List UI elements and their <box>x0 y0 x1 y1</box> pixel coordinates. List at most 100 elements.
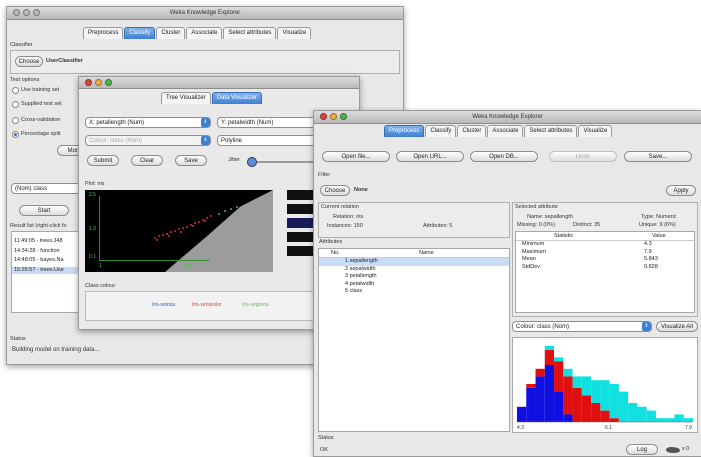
filter-choose-button[interactable]: Choose <box>320 185 350 196</box>
start-button[interactable]: Start <box>19 205 69 216</box>
tab-cluster[interactable]: Cluster <box>457 125 487 137</box>
tab-classify[interactable]: Classify <box>124 27 156 39</box>
test-options-label: Test options <box>10 77 40 83</box>
selected-attribute-unique: Unique: 9 (6%) <box>639 222 676 228</box>
close-dot-icon[interactable] <box>85 79 92 86</box>
radio-supplied-test-set[interactable] <box>12 101 19 108</box>
attribute-row[interactable]: 3 petallength <box>319 273 509 281</box>
relation-name: Relation: iris <box>333 214 364 220</box>
attribute-row[interactable]: 5 class <box>319 288 509 296</box>
statistic-name: Minimum <box>522 241 545 247</box>
colour-select-value: Colour: class (Nom) <box>89 138 143 144</box>
histogram-bar <box>609 384 619 419</box>
col-name-header: Name <box>419 250 434 256</box>
histogram-colour-select[interactable]: Colour: class (Nom) ⇕ <box>512 321 652 332</box>
statistic-value: 4.3 <box>644 241 652 247</box>
tab-data-visualizer[interactable]: Data Visualizer <box>211 92 262 104</box>
minimize-dot-icon[interactable] <box>23 9 30 16</box>
minimize-dot-icon[interactable] <box>330 113 337 120</box>
histogram-bar <box>554 361 564 392</box>
close-dot-icon[interactable] <box>13 9 20 16</box>
attributes-table: No. Name 1 sepallength 2 sepalwidth 3 pe… <box>318 248 510 432</box>
front-window-titlebar: Weka Knowledge Explorer <box>314 111 701 124</box>
log-button[interactable]: Log <box>626 444 658 455</box>
apply-button[interactable]: Apply <box>666 185 696 196</box>
back-tab-bar: Preprocess Classify Cluster Associate Se… <box>83 27 312 39</box>
minimize-dot-icon[interactable] <box>95 79 102 86</box>
class-colour-item: Iris-setosa <box>152 302 176 308</box>
histogram-bar <box>665 418 675 422</box>
radio-percentage-split[interactable] <box>12 131 19 138</box>
histogram-bar <box>526 387 536 422</box>
result-list-item[interactable]: 15:26:57 - trees.Use <box>12 266 82 274</box>
status-label: Status <box>10 336 26 342</box>
test-option-label: Use training set <box>21 87 60 93</box>
statistic-value: 0.828 <box>644 263 658 270</box>
statistic-name: StdDev <box>522 263 541 270</box>
open-db-button[interactable]: Open DB... <box>470 151 538 162</box>
open-url-button[interactable]: Open URL... <box>396 151 464 162</box>
submit-button[interactable]: Submit <box>87 155 119 166</box>
filter-label: Filter <box>318 172 331 178</box>
save-button[interactable]: Save <box>175 155 207 166</box>
tab-select-attributes[interactable]: Select attributes <box>524 125 578 137</box>
clear-button[interactable]: Clear <box>131 155 163 166</box>
result-list-item[interactable]: 11:49:05 - trees.J48 <box>12 238 82 246</box>
current-relation-header: Current relation <box>321 204 359 210</box>
tab-associate[interactable]: Associate <box>487 125 524 137</box>
histogram-bar <box>554 357 564 362</box>
statistics-row: Maximum 7.9 <box>516 249 694 257</box>
x-axis-select[interactable]: X: petallength (Num) ⇕ <box>85 117 211 128</box>
statistics-row: Mean 5.843 <box>516 256 694 264</box>
undo-button[interactable]: Undo <box>549 151 617 162</box>
test-option-label: Percentage split <box>21 131 61 137</box>
colour-select[interactable]: Colour: class (Nom) ⇕ <box>85 135 211 146</box>
zoom-dot-icon[interactable] <box>340 113 347 120</box>
histogram-panel[interactable]: 4.3 6.1 7.9 <box>512 337 698 433</box>
open-file-button[interactable]: Open file... <box>322 151 390 162</box>
result-list-item[interactable]: 14:34:28 - function <box>12 248 82 256</box>
histogram-bar <box>618 391 629 422</box>
attribute-row[interactable]: 1 sepallength <box>319 258 509 266</box>
tab-preprocess[interactable]: Preprocess <box>83 27 124 39</box>
zoom-dot-icon[interactable] <box>33 9 40 16</box>
class-select[interactable]: (Nom) class <box>11 183 81 194</box>
histogram-bar <box>572 387 582 422</box>
tab-associate[interactable]: Associate <box>186 27 223 39</box>
radio-cross-validation[interactable] <box>12 117 19 124</box>
visualize-all-button[interactable]: Visualize All <box>656 321 698 332</box>
save-button[interactable]: Save... <box>624 151 692 162</box>
zoom-dot-icon[interactable] <box>105 79 112 86</box>
chevron-updown-icon: ⇕ <box>201 136 210 145</box>
tab-preprocess[interactable]: Preprocess <box>384 125 425 137</box>
col-value-header: Value <box>652 233 666 239</box>
result-list-item[interactable]: 14:48:05 - bayes.Na <box>12 257 82 265</box>
tab-tree-visualizer[interactable]: Tree Visualizer <box>161 92 211 104</box>
front-tab-bar: Preprocess Classify Cluster Associate Se… <box>384 125 613 137</box>
jitter-slider-thumb[interactable] <box>247 157 257 167</box>
close-dot-icon[interactable] <box>320 113 327 120</box>
status-text: Building model on training data... <box>12 347 100 353</box>
class-colour-item: Iris-versicolor <box>192 302 222 308</box>
tab-visualize[interactable]: Visualize <box>277 27 312 39</box>
histogram-bar <box>581 395 592 422</box>
tab-cluster[interactable]: Cluster <box>156 27 186 39</box>
tab-classify[interactable]: Classify <box>425 125 457 137</box>
statistics-table-header: Statistic Value <box>516 232 694 241</box>
selected-attribute-type: Type: Numeric <box>641 214 677 220</box>
radio-use-training-set[interactable] <box>12 87 19 94</box>
statistic-name: Maximum <box>522 248 546 255</box>
back-window-title: Weka Knowledge Explorer <box>169 10 241 16</box>
histogram-bar <box>646 410 656 422</box>
weka-bird-icon <box>666 447 680 453</box>
attribute-row[interactable]: 4 petalwidth <box>319 281 509 289</box>
tab-visualize[interactable]: Visualize <box>578 125 613 137</box>
tab-select-attributes[interactable]: Select attributes <box>223 27 277 39</box>
classifier-choose-button[interactable]: Choose <box>15 56 43 67</box>
scatter-plot-area[interactable]: 2.5 1.3 0.1 1 3.95 <box>85 190 273 272</box>
selected-attribute-missing: Missing: 0 (0%) <box>517 222 555 228</box>
histogram-bar <box>544 365 555 422</box>
current-relation-panel: Current relation Relation: iris Instance… <box>318 202 510 238</box>
attribute-row[interactable]: 2 sepalwidth <box>319 266 509 274</box>
scatter-point-group <box>154 215 212 241</box>
